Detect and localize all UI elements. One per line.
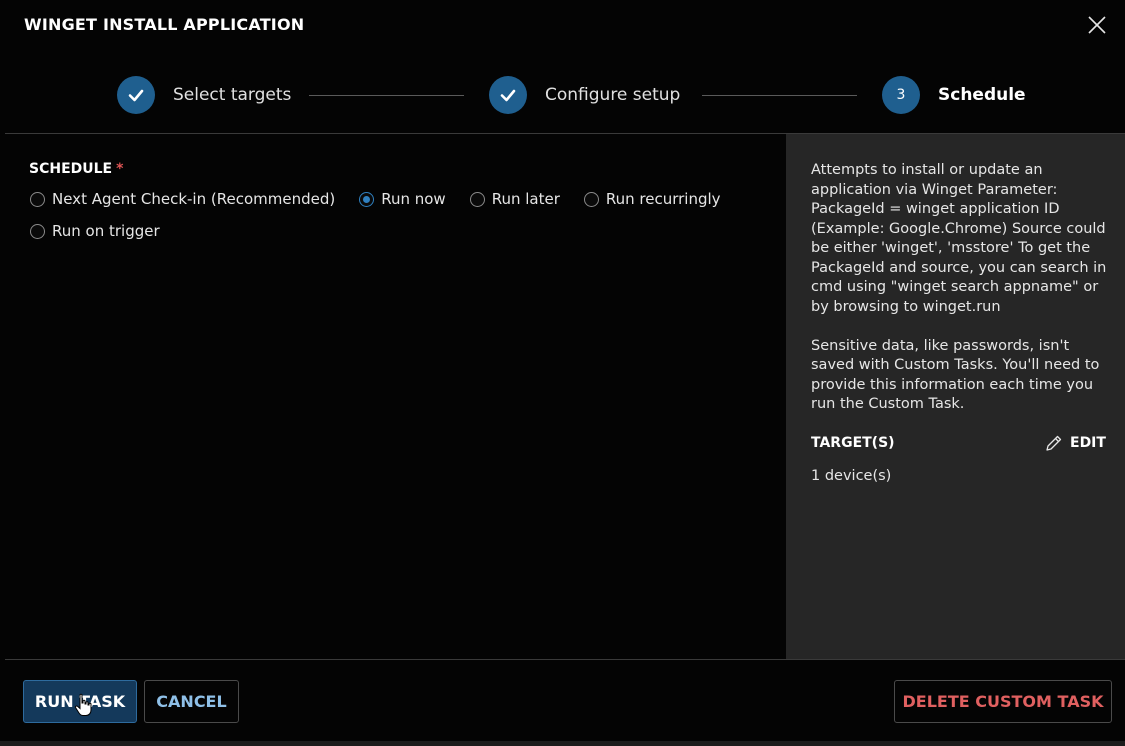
radio-label: Run on trigger <box>52 222 160 240</box>
delete-custom-task-button[interactable]: DELETE CUSTOM TASK <box>894 680 1112 723</box>
step-3-label: Schedule <box>938 85 1026 105</box>
close-icon[interactable] <box>1085 13 1109 37</box>
schedule-section: SCHEDULE * Next Agent Check-in (Recommend… <box>5 134 786 659</box>
radio-circle[interactable] <box>469 191 485 207</box>
radio-circle[interactable] <box>583 191 599 207</box>
divider <box>5 659 1125 660</box>
device-count: 1 device(s) <box>811 468 892 484</box>
winget-install-dialog: WINGET INSTALL APPLICATION Select target… <box>0 0 1125 746</box>
edit-targets-button[interactable]: EDIT <box>1044 433 1106 453</box>
step-2-label: Configure setup <box>545 85 681 105</box>
step-3-number-text: 3 <box>896 87 906 103</box>
dialog-title: WINGET INSTALL APPLICATION <box>24 15 305 34</box>
radio-run-later[interactable]: Run later <box>469 190 560 208</box>
dialog-header: WINGET INSTALL APPLICATION <box>0 0 1125 52</box>
schedule-label: SCHEDULE * <box>29 161 124 177</box>
task-description: Attempts to install or update an applica… <box>811 161 1111 415</box>
radio-label: Run recurringly <box>605 190 721 208</box>
pencil-icon <box>1046 435 1062 451</box>
stepper: Select targets Configure setup 3 Schedul… <box>0 72 1125 118</box>
radio-label: Run later <box>491 190 560 208</box>
targets-label: TARGET(S) <box>811 435 895 451</box>
radio-next-agent-checkin[interactable]: Next Agent Check-in (Recommended) <box>30 190 335 208</box>
radio-label: Run now <box>381 190 446 208</box>
step-connector <box>309 95 464 96</box>
schedule-options-row-1: Next Agent Check-in (Recommended) Run no… <box>30 190 745 208</box>
info-side-panel: Attempts to install or update an applica… <box>786 134 1125 659</box>
radio-label: Next Agent Check-in (Recommended) <box>52 190 336 208</box>
step-2-check-icon <box>489 76 527 114</box>
cancel-button[interactable]: CANCEL <box>144 680 239 723</box>
radio-circle-checked[interactable] <box>359 191 375 207</box>
step-3-number: 3 <box>882 76 920 114</box>
step-connector <box>702 95 857 96</box>
description-paragraph: Attempts to install or update an applica… <box>811 162 1107 315</box>
radio-run-on-trigger[interactable]: Run on trigger <box>30 222 160 240</box>
radio-circle[interactable] <box>30 223 45 239</box>
radio-run-now[interactable]: Run now <box>359 190 446 208</box>
step-1-label: Select targets <box>173 85 292 105</box>
run-task-button[interactable]: RUN TASK <box>23 680 137 723</box>
dialog-bottom-edge <box>0 741 1125 746</box>
schedule-options-row-2: Run on trigger <box>30 222 184 240</box>
radio-circle[interactable] <box>30 191 45 207</box>
edit-label: EDIT <box>1070 435 1106 451</box>
required-mark: * <box>116 161 124 177</box>
step-1-check-icon <box>117 76 155 114</box>
description-paragraph: Sensitive data, like passwords, isn't sa… <box>811 337 1100 413</box>
radio-run-recurringly[interactable]: Run recurringly <box>583 190 721 208</box>
